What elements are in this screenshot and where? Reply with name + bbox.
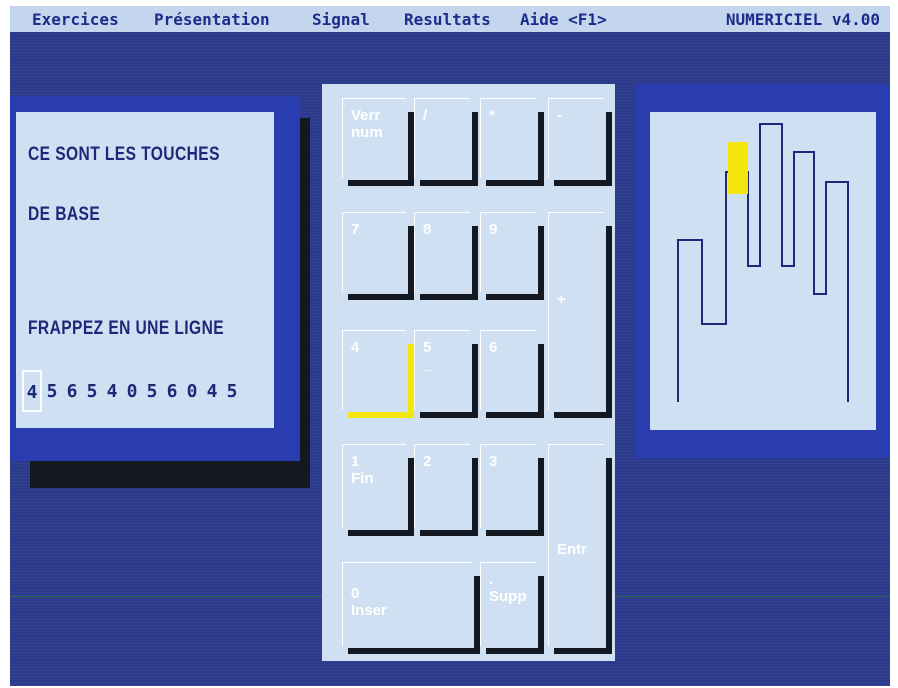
key-label: 7 (351, 221, 360, 238)
numeric-keypad: Verr num / * - 7 8 9 +4 5 _ 6 1 Fin 2 3 Entr 0 Inser . … (322, 84, 615, 661)
key-face: 2 (414, 444, 470, 528)
key-entr[interactable]: Entr (548, 444, 612, 654)
sequence-digit: 5 (226, 380, 238, 402)
app-version: NUMERICIEL v4.00 (725, 10, 880, 29)
key-5[interactable]: 5 _ (414, 330, 478, 418)
instruction-line-2: DE BASE (28, 204, 101, 225)
key-1[interactable]: 1 Fin (342, 444, 414, 536)
key-face: 8 (414, 212, 470, 292)
sequence-digit: 6 (66, 380, 78, 402)
key-face: 9 (480, 212, 536, 292)
key-supp[interactable]: . Supp (480, 562, 544, 654)
menu-presentation[interactable]: Présentation (154, 10, 270, 29)
dos-screen: Exercices Présentation Signal Resultats … (10, 6, 890, 686)
menu-bar: Exercices Présentation Signal Resultats … (10, 6, 890, 32)
menu-aide[interactable]: Aide <F1> (520, 10, 607, 29)
key-face: + (548, 212, 604, 410)
key-label: 2 (423, 453, 432, 470)
key-label: Verr num (351, 107, 383, 141)
key-label: 4 (351, 339, 360, 356)
key-label: 5 _ (423, 339, 432, 373)
sequence-digit: 5 (46, 380, 58, 402)
message-panel: CE SONT LES TOUCHES DE BASE FRAPPEZ EN U… (16, 112, 274, 428)
key-face: 6 (480, 330, 536, 410)
key-0[interactable]: 0 Inser (342, 562, 480, 654)
key-7[interactable]: 7 (342, 212, 414, 300)
key-label: - (557, 107, 562, 124)
key-9[interactable]: 9 (480, 212, 544, 300)
key-label: * (489, 107, 495, 124)
hand-outline (677, 123, 849, 402)
key-8[interactable]: 8 (414, 212, 478, 300)
hand-panel (650, 112, 876, 430)
key-minus[interactable]: - (548, 98, 612, 186)
key-face: 0 Inser (342, 562, 472, 646)
key-face: * (480, 98, 536, 178)
key-plus[interactable]: + (548, 212, 612, 418)
key-multiply[interactable]: * (480, 98, 544, 186)
key-face: 4 (342, 330, 406, 410)
key-label: + (557, 291, 566, 308)
key-6[interactable]: 6 (480, 330, 544, 418)
key-4[interactable]: 4 (342, 330, 414, 418)
key-face: 7 (342, 212, 406, 292)
key-label: 9 (489, 221, 498, 238)
sequence-digit: 4 (206, 380, 218, 402)
key-label: 6 (489, 339, 498, 356)
sequence-digit: 6 (166, 380, 178, 402)
digit-sequence: 45654056045 (22, 366, 242, 416)
sequence-digit: 4 (106, 380, 118, 402)
instruction-line-1: CE SONT LES TOUCHES (28, 144, 220, 165)
key-label: 8 (423, 221, 432, 238)
menu-resultats[interactable]: Resultats (404, 10, 491, 29)
key-face: Verr num (342, 98, 406, 178)
key-label: 1 Fin (351, 453, 374, 487)
key-face: 5 _ (414, 330, 470, 410)
key-face: / (414, 98, 470, 178)
sequence-digit: 0 (186, 380, 198, 402)
hand-diagram (677, 123, 849, 402)
key-label: . Supp (489, 571, 527, 605)
sequence-digit: 5 (86, 380, 98, 402)
current-digit: 4 (22, 370, 42, 412)
key-label: 0 Inser (351, 585, 387, 619)
menu-exercices[interactable]: Exercices (32, 10, 119, 29)
instruction-line-3: FRAPPEZ EN UNE LIGNE (28, 318, 225, 339)
key-label: Entr (557, 541, 587, 558)
sequence-digit: 5 (146, 380, 158, 402)
key-face: . Supp (480, 562, 536, 646)
finger-highlight (728, 142, 748, 194)
key-3[interactable]: 3 (480, 444, 544, 536)
menu-signal[interactable]: Signal (312, 10, 370, 29)
key-verr-num[interactable]: Verr num (342, 98, 414, 186)
key-face: 1 Fin (342, 444, 406, 528)
key-label: 3 (489, 453, 498, 470)
key-face: - (548, 98, 604, 178)
key-face: 3 (480, 444, 536, 528)
key-label: / (423, 107, 428, 124)
key-face: Entr (548, 444, 604, 646)
key-divide[interactable]: / (414, 98, 478, 186)
sequence-digit: 0 (126, 380, 138, 402)
key-2[interactable]: 2 (414, 444, 478, 536)
